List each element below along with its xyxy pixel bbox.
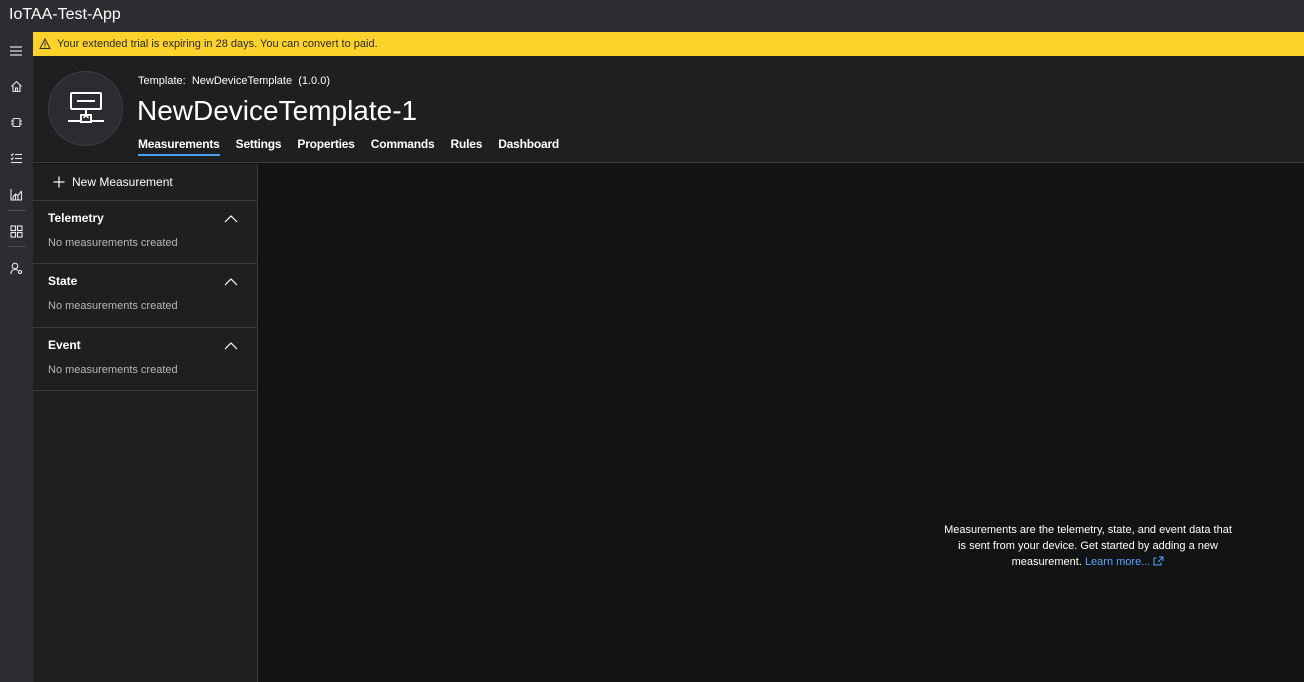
section-title: Event — [48, 338, 81, 352]
new-measurement-label: New Measurement — [72, 175, 173, 189]
external-link-icon — [1153, 556, 1164, 566]
chevron-up-icon[interactable] — [224, 277, 238, 286]
administration-icon[interactable] — [7, 259, 25, 277]
section-event: Event No measurements created — [33, 327, 257, 391]
warning-icon — [39, 38, 51, 49]
template-name: NewDeviceTemplate — [191, 75, 293, 87]
menu-icon[interactable] — [7, 42, 25, 60]
rules-list-icon[interactable] — [7, 149, 25, 167]
template-label: Template: — [138, 75, 186, 87]
tab-properties[interactable]: Properties — [297, 137, 355, 156]
device-header: Template: NewDeviceTemplate (1.0.0) NewD… — [33, 56, 1304, 163]
empty-state-text: No measurements created — [48, 364, 178, 376]
section-title: Telemetry — [48, 211, 104, 225]
device-avatar — [48, 71, 123, 146]
plus-icon — [53, 176, 65, 188]
empty-state-text: No measurements created — [48, 300, 178, 312]
analytics-icon[interactable] — [7, 185, 25, 203]
tab-rules[interactable]: Rules — [451, 137, 483, 156]
chevron-up-icon[interactable] — [224, 341, 238, 350]
empty-state-text: No measurements created — [48, 237, 178, 249]
tab-dashboard[interactable]: Dashboard — [498, 137, 559, 156]
app-title: IoTAA-Test-App — [9, 6, 121, 23]
nav-divider — [7, 210, 26, 211]
learn-more-label: Learn more... — [1084, 556, 1151, 568]
chevron-up-icon[interactable] — [224, 214, 238, 223]
section-telemetry: Telemetry No measurements created — [33, 200, 257, 264]
left-navigation — [0, 32, 33, 682]
learn-more-link[interactable]: Learn more... — [1085, 556, 1164, 568]
empty-state-message: Measurements are the telemetry, state, a… — [940, 522, 1236, 570]
section-title: State — [48, 274, 78, 288]
new-measurement-button[interactable]: New Measurement — [53, 175, 173, 189]
home-icon[interactable] — [7, 77, 25, 95]
trial-banner: Your extended trial is expiring in 28 da… — [33, 32, 1304, 56]
banner-message: Your extended trial is expiring in 28 da… — [57, 38, 378, 50]
section-divider — [33, 390, 257, 391]
tab-settings[interactable]: Settings — [236, 137, 282, 156]
template-info: Template: NewDeviceTemplate (1.0.0) — [138, 75, 330, 87]
tab-bar: Measurements Settings Properties Command… — [138, 137, 575, 156]
nav-divider — [7, 246, 26, 247]
template-version: (1.0.0) — [298, 75, 331, 87]
device-icon — [67, 91, 104, 123]
devices-icon[interactable] — [7, 113, 25, 131]
tab-commands[interactable]: Commands — [371, 137, 435, 156]
section-state: State No measurements created — [33, 263, 257, 327]
page-title: NewDeviceTemplate-1 — [137, 95, 418, 126]
measurements-panel: New Measurement Telemetry No measurement… — [33, 164, 258, 682]
title-bar: IoTAA-Test-App — [0, 0, 1304, 32]
dashboard-grid-icon[interactable] — [7, 222, 25, 240]
tab-measurements[interactable]: Measurements — [138, 137, 220, 156]
